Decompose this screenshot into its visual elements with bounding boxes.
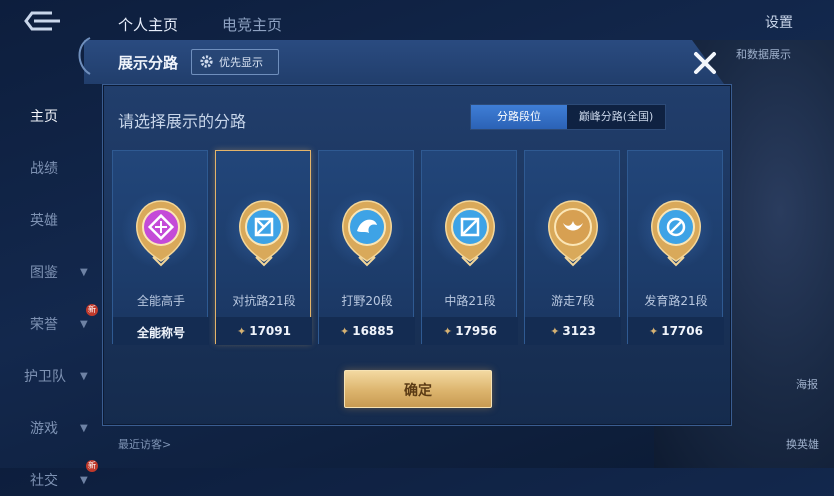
lane-card[interactable]: 发育路21段 ✦ 17706 [627,150,724,345]
rank-star-icon: ✦ [340,325,350,338]
lane-value: ✦ 17091 [216,324,312,338]
lane-card[interactable]: 全能高手 全能称号 [112,150,209,345]
lane-value: ✦ 17706 [628,324,724,338]
lane-value-text: 16885 [352,324,394,338]
bottom-bar: 最近访客> [100,428,620,458]
gear-icon [200,55,213,68]
lane-footer: ✦ 17706 [628,317,724,345]
background-hint-text: 和数据展示 [736,48,791,61]
sidebar: 主页 战绩 英雄 图鉴 ▼ 荣誉 ▼ 新 护卫队 ▼ 游戏 ▼ 社交 ▼ 新 [0,40,100,489]
lane-footer: ✦ 17091 [216,317,312,345]
lane-emblem-icon [651,200,701,267]
lane-footer: 全能称号 [113,317,209,345]
lane-value: ✦ 17956 [422,324,518,338]
sidebar-item-label: 图鉴 [30,265,58,281]
new-badge: 新 [86,460,98,472]
lane-value: 全能称号 [113,324,209,341]
confirm-button[interactable]: 确定 [344,370,492,408]
back-icon[interactable] [22,9,66,33]
modal-header [84,40,734,84]
lane-value: ✦ 16885 [319,324,415,338]
lane-value-text: 17091 [249,324,291,338]
new-badge: 新 [86,304,98,316]
poster-button[interactable]: 海报 [796,376,818,392]
lane-card[interactable]: 游走7段 ✦ 3123 [524,150,621,345]
settings-button[interactable]: 设置 [765,12,793,32]
sidebar-item-record[interactable]: 战绩 [0,154,100,184]
sidebar-item-label: 战绩 [30,161,58,177]
lane-value-text: 17956 [455,324,497,338]
rank-star-icon: ✦ [550,325,560,338]
lane-footer: ✦ 3123 [525,317,621,345]
lane-name: 中路21段 [444,294,496,308]
confirm-label: 确定 [404,383,432,399]
lane-footer: ✦ 16885 [319,317,415,345]
sidebar-item-label: 主页 [30,109,58,125]
segment-peak-lane[interactable]: 巅峰分路(全国) [567,105,665,129]
swirl-ornament-icon [78,37,91,75]
lane-type-segmented-control: 分路段位 巅峰分路(全国) [470,104,666,130]
lane-card[interactable]: 中路21段 ✦ 17956 [421,150,518,345]
rank-star-icon: ✦ [237,325,247,338]
chevron-down-icon: ▼ [80,319,88,330]
chevron-down-icon: ▼ [80,267,88,278]
lane-emblem-icon [239,200,289,267]
modal-header-bg [84,40,724,84]
tab-esports-home[interactable]: 电竞主页 [222,14,282,35]
sidebar-item-gallery[interactable]: 图鉴 ▼ [0,258,100,288]
tab-personal-home[interactable]: 个人主页 [118,14,178,35]
sidebar-item-label: 荣誉 [30,317,58,333]
lane-value-text: 3123 [562,324,596,338]
top-bar: 个人主页 电竞主页 设置 [0,0,834,42]
lane-value: ✦ 3123 [525,324,621,338]
lane-value-text: 17706 [661,324,703,338]
priority-display-button[interactable]: 优先显示 [191,49,279,75]
rank-star-icon: ✦ [443,325,453,338]
rank-star-icon: ✦ [649,325,659,338]
sidebar-item-label: 社交 [30,473,58,489]
modal-title: 展示分路 [118,54,179,72]
sidebar-item-label: 护卫队 [24,369,66,385]
close-icon[interactable] [690,48,720,78]
lane-value-text: 全能称号 [136,326,185,340]
priority-display-label: 优先显示 [219,56,263,69]
chevron-down-icon: ▼ [80,475,88,486]
segment-lane-rank[interactable]: 分路段位 [471,105,567,129]
lane-name: 对抗路21段 [232,294,296,308]
sidebar-item-honor[interactable]: 荣誉 ▼ 新 [0,304,100,340]
lane-card[interactable]: 打野20段 ✦ 16885 [318,150,415,345]
sidebar-item-home[interactable]: 主页 [0,102,100,132]
sidebar-item-social[interactable]: 社交 ▼ 新 [0,460,100,496]
lane-emblem-icon [445,200,495,267]
lane-emblem-icon [342,200,392,267]
chevron-down-icon: ▼ [80,423,88,434]
lane-card[interactable]: 对抗路21段 ✦ 17091 [215,150,312,345]
chevron-down-icon: ▼ [80,371,88,382]
sidebar-item-label: 游戏 [30,421,58,437]
lane-name: 游走7段 [551,294,595,308]
sidebar-item-game[interactable]: 游戏 ▼ [0,414,100,444]
lane-footer: ✦ 17956 [422,317,518,345]
lane-emblem-icon [136,200,186,267]
sidebar-item-guard[interactable]: 护卫队 ▼ [0,362,100,392]
modal-subtitle: 请选择展示的分路 [118,112,247,131]
lane-name: 打野20段 [341,294,393,308]
sidebar-item-heroes[interactable]: 英雄 [0,206,100,236]
recent-visitors-link[interactable]: 最近访客> [118,436,171,452]
lane-name: 发育路21段 [644,294,708,308]
change-hero-button[interactable]: 换英雄 [786,436,819,452]
lane-emblem-icon [548,200,598,267]
lane-name: 全能高手 [136,294,185,308]
sidebar-item-label: 英雄 [30,213,58,229]
